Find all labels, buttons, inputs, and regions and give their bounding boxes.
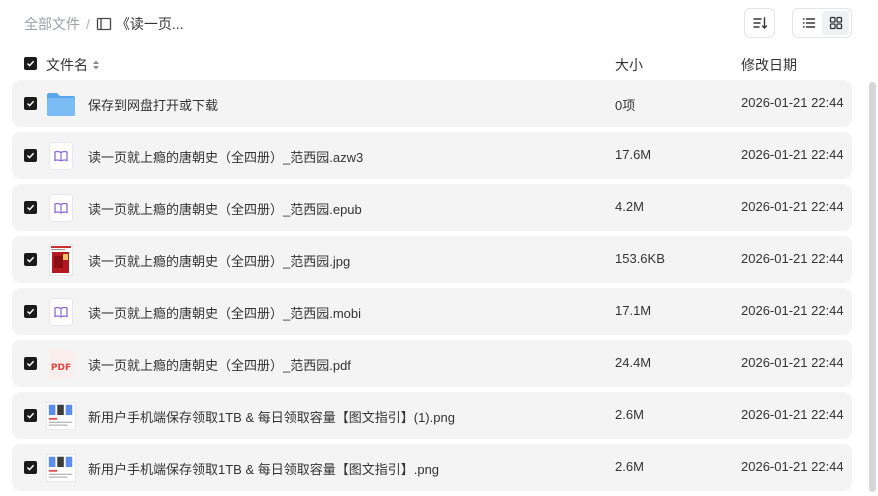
ebook-icon xyxy=(46,297,76,327)
pdf-label: PDF xyxy=(50,363,72,373)
file-row[interactable]: PDF 读一页就上瘾的唐朝史（全四册）_范西园.pdf 24.4M 2026-0… xyxy=(12,340,852,387)
file-row[interactable]: 新用户手机端保存领取1TB & 每日领取容量【图文指引】(1).png 2.6M… xyxy=(12,392,852,439)
row-checkbox[interactable] xyxy=(24,97,37,110)
file-name[interactable]: 新用户手机端保存领取1TB & 每日领取容量【图文指引】.png xyxy=(88,459,439,478)
file-name[interactable]: 读一页就上瘾的唐朝史（全四册）_范西园.pdf xyxy=(88,355,351,374)
pdf-icon: PDF xyxy=(46,349,76,379)
file-date: 2026-01-21 22:44 xyxy=(741,303,844,318)
column-name-header[interactable]: 文件名 xyxy=(46,55,100,75)
row-checkbox[interactable] xyxy=(24,357,37,370)
file-name[interactable]: 新用户手机端保存领取1TB & 每日领取容量【图文指引】(1).png xyxy=(88,407,455,426)
screenshot-thumbnail-icon xyxy=(46,453,76,483)
row-checkbox[interactable] xyxy=(24,149,37,162)
select-all-checkbox[interactable] xyxy=(24,57,37,70)
breadcrumb-separator: / xyxy=(86,16,90,32)
file-size: 2.6M xyxy=(615,407,644,422)
check-icon xyxy=(26,307,35,316)
file-size: 17.1M xyxy=(615,303,652,318)
file-row[interactable]: 新用户手机端保存领取1TB & 每日领取容量【图文指引】.png 2.6M 20… xyxy=(12,444,852,491)
file-date: 2026-01-21 22:44 xyxy=(741,251,844,266)
file-name[interactable]: 读一页就上瘾的唐朝史（全四册）_范西园.jpg xyxy=(88,251,350,270)
file-date: 2026-01-21 22:44 xyxy=(741,355,844,370)
file-date: 2026-01-21 22:44 xyxy=(741,147,844,162)
file-size: 153.6KB xyxy=(615,251,665,266)
sort-order-icon xyxy=(752,15,768,31)
sort-caret-icon xyxy=(92,59,100,71)
file-size: 2.6M xyxy=(615,459,644,474)
file-date: 2026-01-21 22:44 xyxy=(741,407,844,422)
list-icon xyxy=(802,16,816,30)
list-view-button[interactable] xyxy=(795,11,822,35)
file-size: 4.2M xyxy=(615,199,644,214)
check-icon xyxy=(26,411,35,420)
grid-view-button[interactable] xyxy=(822,11,849,35)
scrollbar[interactable] xyxy=(869,82,876,492)
breadcrumb: 全部文件 / 《读一页... xyxy=(24,14,184,34)
screenshot-thumbnail-icon xyxy=(46,401,76,431)
check-icon xyxy=(26,99,35,108)
file-size: 17.6M xyxy=(615,147,652,162)
folder-icon xyxy=(46,89,76,119)
ebook-icon xyxy=(46,193,76,223)
check-icon xyxy=(26,359,35,368)
file-size: 24.4M xyxy=(615,355,652,370)
column-name-label: 文件名 xyxy=(46,57,88,73)
breadcrumb-current: 《读一页... xyxy=(115,16,184,32)
file-date: 2026-01-21 22:44 xyxy=(741,199,844,214)
row-checkbox[interactable] xyxy=(24,253,37,266)
file-row[interactable]: 读一页就上瘾的唐朝史（全四册）_范西园.jpg 153.6KB 2026-01-… xyxy=(12,236,852,283)
file-row[interactable]: 读一页就上瘾的唐朝史（全四册）_范西园.epub 4.2M 2026-01-21… xyxy=(12,184,852,231)
file-row[interactable]: 读一页就上瘾的唐朝史（全四册）_范西园.azw3 17.6M 2026-01-2… xyxy=(12,132,852,179)
check-icon xyxy=(26,59,35,68)
file-name[interactable]: 读一页就上瘾的唐朝史（全四册）_范西园.azw3 xyxy=(88,147,363,166)
file-date: 2026-01-21 22:44 xyxy=(741,459,844,474)
file-list: 保存到网盘打开或下载 0项 2026-01-21 22:44 读一页就上瘾的唐朝… xyxy=(12,80,868,496)
row-checkbox[interactable] xyxy=(24,409,37,422)
file-size: 0项 xyxy=(615,98,636,113)
check-icon xyxy=(26,255,35,264)
sort-button[interactable] xyxy=(744,8,775,38)
check-icon xyxy=(26,151,35,160)
column-size-header[interactable]: 大小 xyxy=(615,55,643,75)
ebook-icon xyxy=(46,141,76,171)
file-name[interactable]: 保存到网盘打开或下载 xyxy=(88,95,218,114)
file-row[interactable]: 读一页就上瘾的唐朝史（全四册）_范西园.mobi 17.1M 2026-01-2… xyxy=(12,288,852,335)
view-toggle xyxy=(792,8,852,38)
image-thumbnail-icon xyxy=(46,244,76,276)
row-checkbox[interactable] xyxy=(24,305,37,318)
breadcrumb-root[interactable]: 全部文件 xyxy=(24,14,80,34)
file-row[interactable]: 保存到网盘打开或下载 0项 2026-01-21 22:44 xyxy=(12,80,852,127)
grid-icon xyxy=(829,16,843,30)
column-date-header[interactable]: 修改日期 xyxy=(741,55,797,75)
file-list-header: 文件名 大小 修改日期 xyxy=(12,50,852,78)
book-icon xyxy=(96,16,112,32)
row-checkbox[interactable] xyxy=(24,201,37,214)
file-date: 2026-01-21 22:44 xyxy=(741,95,844,110)
check-icon xyxy=(26,203,35,212)
file-name[interactable]: 读一页就上瘾的唐朝史（全四册）_范西园.mobi xyxy=(88,303,361,322)
row-checkbox[interactable] xyxy=(24,461,37,474)
check-icon xyxy=(26,463,35,472)
file-name[interactable]: 读一页就上瘾的唐朝史（全四册）_范西园.epub xyxy=(88,199,362,218)
